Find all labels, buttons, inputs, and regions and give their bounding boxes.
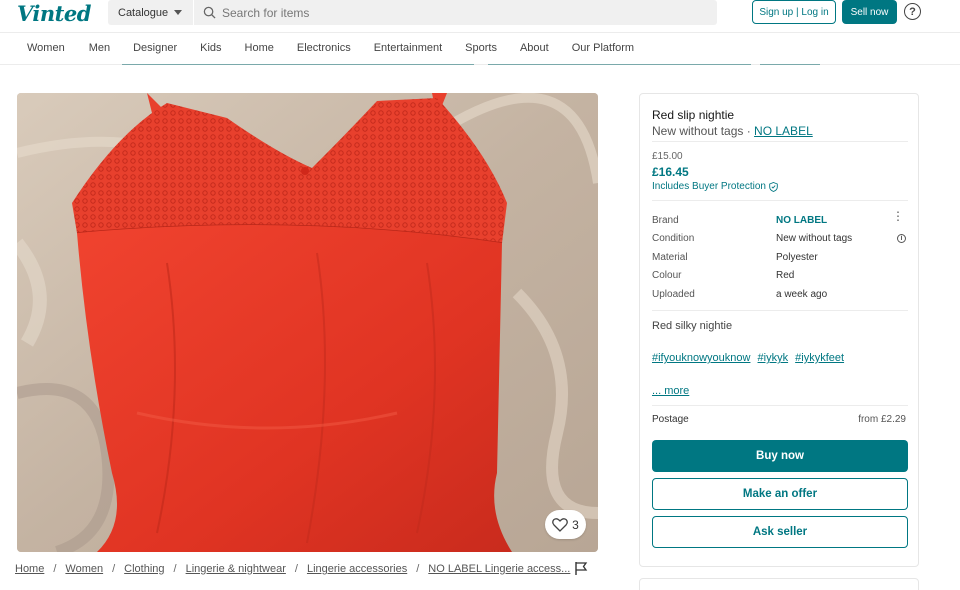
postage-label: Postage xyxy=(652,414,689,425)
vinted-logo[interactable]: Vinted xyxy=(17,1,91,26)
item-subtitle: New without tags · NO LABEL xyxy=(652,124,813,138)
attribute-value: New without tags xyxy=(776,233,853,245)
item-description: Red silky nightie xyxy=(652,320,733,332)
search-icon xyxy=(203,6,216,19)
shield-check-icon xyxy=(769,181,778,192)
attribute-row-condition: Condition New without tags i xyxy=(652,230,908,249)
buyer-protection-info[interactable]: Includes Buyer Protection xyxy=(652,181,778,192)
hashtag-link[interactable]: #iykyk xyxy=(758,352,789,364)
nightie-image xyxy=(17,93,598,552)
breadcrumb-women[interactable]: Women xyxy=(65,563,103,575)
attribute-value-brand[interactable]: NO LABEL xyxy=(776,215,827,226)
favourite-count: 3 xyxy=(572,517,579,532)
item-attributes: Brand NO LABEL ⋮ Condition New without t… xyxy=(652,210,908,304)
heart-icon xyxy=(552,517,569,532)
nav-item-electronics[interactable]: Electronics xyxy=(297,42,351,54)
nav-item-about[interactable]: About xyxy=(520,42,549,54)
item-title: Red slip nightie xyxy=(652,108,735,122)
report-flag-icon[interactable] xyxy=(574,561,588,576)
nav-item-our-platform[interactable]: Our Platform xyxy=(572,42,634,54)
item-price: £15.00 xyxy=(652,151,683,162)
nav-item-kids[interactable]: Kids xyxy=(200,42,221,54)
catalogue-dropdown[interactable]: Catalogue xyxy=(108,0,194,25)
seller-card xyxy=(639,578,919,590)
breadcrumb-home[interactable]: Home xyxy=(15,563,44,575)
header: Vinted Catalogue Sign up | Log in Sell n… xyxy=(0,0,960,30)
breadcrumb: Home / Women / Clothing / Lingerie & nig… xyxy=(15,563,571,575)
show-more-link[interactable]: ... more xyxy=(652,385,689,397)
breadcrumb-clothing[interactable]: Clothing xyxy=(124,563,164,575)
help-icon[interactable]: ? xyxy=(904,3,921,20)
item-hashtags: #ifyouknowyouknow #iykyk #iykykfeet xyxy=(652,352,848,364)
hashtag-link[interactable]: #iykykfeet xyxy=(795,352,844,364)
attribute-value: Polyester xyxy=(776,251,818,263)
category-nav: Women Men Designer Kids Home Electronics… xyxy=(0,32,960,65)
chevron-down-icon xyxy=(174,10,183,15)
item-condition-summary: New without tags · xyxy=(652,124,755,138)
attribute-row-brand: Brand NO LABEL ⋮ xyxy=(652,210,908,230)
nav-item-women[interactable]: Women xyxy=(27,42,65,54)
nav-item-men[interactable]: Men xyxy=(89,42,110,54)
more-options-icon[interactable]: ⋮ xyxy=(892,210,904,222)
nav-item-designer[interactable]: Designer xyxy=(133,42,177,54)
attribute-row-material: Material Polyester xyxy=(652,248,908,267)
nav-item-home[interactable]: Home xyxy=(245,42,274,54)
attribute-row-uploaded: Uploaded a week ago xyxy=(652,285,908,304)
postage-price: from £2.29 xyxy=(858,414,906,425)
sell-now-button[interactable]: Sell now xyxy=(842,0,897,24)
attribute-label: Material xyxy=(652,251,688,263)
signup-login-button[interactable]: Sign up | Log in xyxy=(752,0,836,24)
attribute-value: a week ago xyxy=(776,288,828,300)
attribute-label: Uploaded xyxy=(652,288,695,300)
attribute-row-colour: Colour Red xyxy=(652,267,908,286)
nav-item-sports[interactable]: Sports xyxy=(465,42,497,54)
breadcrumb-lingerie-nightwear[interactable]: Lingerie & nightwear xyxy=(186,563,286,575)
buyer-protection-label: Includes Buyer Protection xyxy=(652,181,766,192)
attribute-value: Red xyxy=(776,270,795,282)
item-details-card: Red slip nightie New without tags · NO L… xyxy=(639,93,919,567)
brand-link[interactable]: NO LABEL xyxy=(754,124,813,138)
attribute-label: Colour xyxy=(652,270,682,282)
total-price: £16.45 xyxy=(652,165,689,179)
nav-item-entertainment[interactable]: Entertainment xyxy=(374,42,442,54)
make-offer-button[interactable]: Make an offer xyxy=(652,478,908,510)
search-bar: Catalogue xyxy=(108,0,717,25)
info-icon[interactable]: i xyxy=(897,233,906,243)
item-photo[interactable] xyxy=(17,93,598,552)
attribute-label: Brand xyxy=(652,214,679,226)
search-input[interactable] xyxy=(222,2,702,23)
buy-now-button[interactable]: Buy now xyxy=(652,440,908,472)
ask-seller-button[interactable]: Ask seller xyxy=(652,516,908,548)
favourite-button[interactable]: 3 xyxy=(545,510,586,539)
breadcrumb-current-item[interactable]: NO LABEL Lingerie access... xyxy=(428,563,570,575)
attribute-label: Condition xyxy=(652,233,695,245)
catalogue-label: Catalogue xyxy=(118,6,169,19)
breadcrumb-lingerie-accessories[interactable]: Lingerie accessories xyxy=(307,563,407,575)
hashtag-link[interactable]: #ifyouknowyouknow xyxy=(652,352,750,364)
